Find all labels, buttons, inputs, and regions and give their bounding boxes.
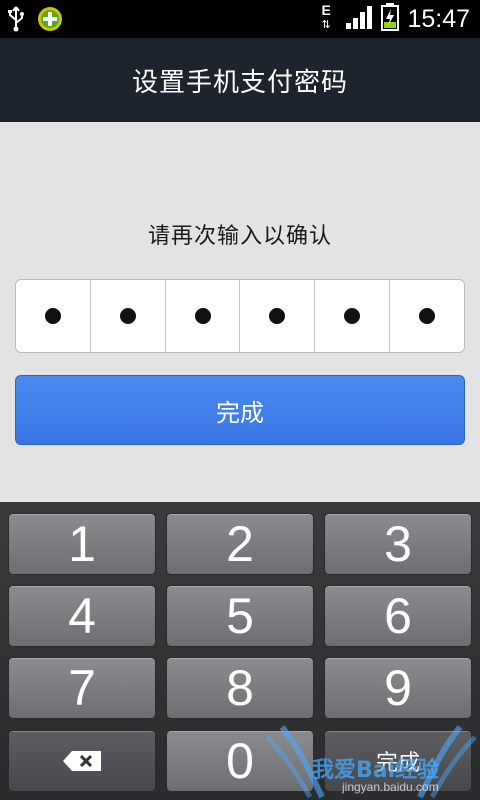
key-label: 0: [226, 733, 254, 789]
pin-dot: [44, 308, 61, 324]
clock: 15:47: [407, 4, 470, 33]
numeric-keypad: 1 2 3 4 5 6 7 8 9 0 完成: [0, 502, 480, 800]
key-label: 6: [384, 588, 412, 644]
app-notification-icon: [36, 5, 64, 37]
key-9[interactable]: 9: [324, 657, 472, 719]
key-6[interactable]: 6: [324, 585, 472, 647]
key-label: 2: [226, 516, 254, 572]
key-3[interactable]: 3: [324, 513, 472, 575]
keypad-done-button[interactable]: 完成: [324, 730, 472, 792]
title-bar: 设置手机支付密码: [0, 38, 480, 122]
pin-cell: [166, 280, 241, 352]
confirm-prompt: 请再次输入以确认: [147, 224, 332, 249]
key-label: 9: [384, 660, 412, 716]
key-label: 1: [68, 516, 96, 572]
content-area: 请再次输入以确认 完成: [0, 122, 480, 502]
network-type-icon: E ⇅: [321, 2, 331, 31]
key-0[interactable]: 0: [166, 730, 314, 792]
key-5[interactable]: 5: [166, 585, 314, 647]
battery-charging-icon: [381, 3, 400, 35]
key-label: 8: [226, 660, 254, 716]
pin-input[interactable]: [15, 279, 465, 353]
key-7[interactable]: 7: [8, 657, 156, 719]
pin-dot: [419, 308, 436, 324]
key-4[interactable]: 4: [8, 585, 156, 647]
network-type-label: E: [321, 2, 331, 18]
key-label: 3: [384, 516, 412, 572]
pin-cell: [240, 280, 316, 352]
pin-dot: [344, 308, 361, 324]
pin-dot: [194, 308, 211, 324]
key-label: 5: [226, 588, 254, 644]
pin-cell: [315, 280, 391, 352]
key-1[interactable]: 1: [8, 513, 156, 575]
signal-icon: [345, 4, 373, 34]
pin-dot: [119, 308, 136, 324]
usb-icon: [6, 6, 26, 36]
pin-cell: [16, 280, 91, 352]
pin-cell: [91, 280, 166, 352]
done-button[interactable]: 完成: [15, 375, 465, 445]
backspace-button[interactable]: [8, 730, 156, 792]
key-label: 4: [68, 588, 96, 644]
page-title: 设置手机支付密码: [131, 67, 348, 98]
backspace-icon: [63, 751, 101, 771]
key-label: 7: [68, 660, 96, 716]
key-label: 完成: [375, 751, 420, 776]
pin-cell: [390, 280, 464, 352]
status-bar: E ⇅ 15:47: [0, 0, 480, 38]
pin-dot: [269, 308, 286, 324]
key-8[interactable]: 8: [166, 657, 314, 719]
key-2[interactable]: 2: [166, 513, 314, 575]
